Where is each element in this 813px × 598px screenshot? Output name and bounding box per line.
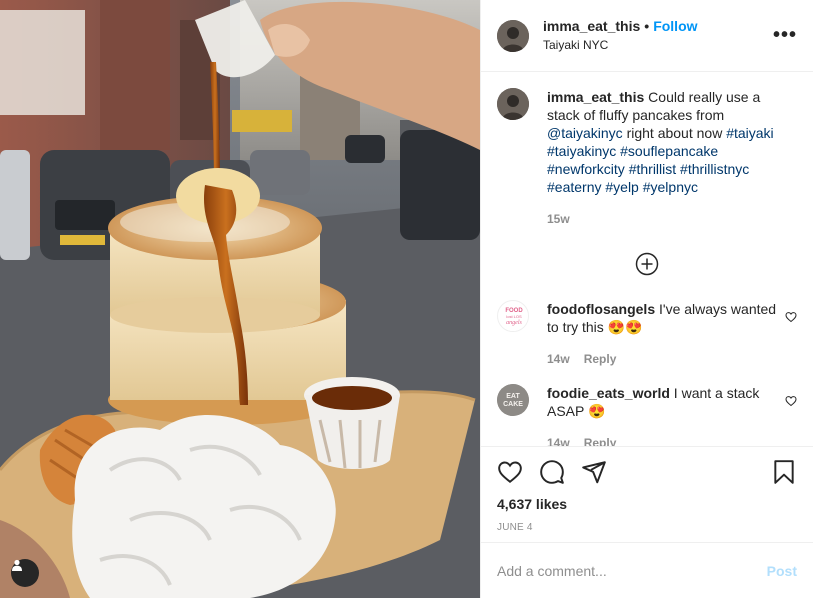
heart-icon bbox=[498, 461, 522, 483]
post-date[interactable]: JUNE 4 bbox=[497, 522, 797, 533]
comment-like-button[interactable] bbox=[785, 394, 797, 410]
caption-text: imma_eat_this Could really use a stack o… bbox=[547, 88, 779, 196]
caption-text-part: right about now bbox=[622, 125, 727, 141]
foodie-eats-world-avatar: EAT CAKE bbox=[497, 384, 529, 416]
svg-text:EAT: EAT bbox=[506, 393, 520, 400]
post-header: imma_eat_this • Follow Taiyaki NYC ••• bbox=[481, 0, 813, 72]
action-bar: 4,637 likes JUNE 4 bbox=[481, 446, 813, 542]
comments-list: imma_eat_this Could really use a stack o… bbox=[481, 72, 813, 446]
post-photo[interactable] bbox=[0, 0, 480, 598]
load-more-button[interactable] bbox=[497, 252, 797, 276]
svg-text:angels: angels bbox=[506, 320, 522, 326]
comment-time[interactable]: 14w bbox=[547, 436, 570, 446]
caption-mention[interactable]: @taiyakinyc bbox=[547, 125, 623, 141]
post-panel: imma_eat_this • Follow Taiyaki NYC ••• imm… bbox=[480, 0, 813, 598]
pancake-photo bbox=[0, 0, 480, 598]
avatar[interactable] bbox=[497, 19, 529, 52]
like-button[interactable] bbox=[497, 459, 523, 485]
comment-icon bbox=[540, 460, 564, 484]
share-icon bbox=[582, 461, 606, 484]
user-tag-icon bbox=[12, 559, 22, 571]
more-icon[interactable]: ••• bbox=[773, 24, 797, 47]
comment-time[interactable]: 14w bbox=[547, 352, 570, 366]
svg-text:lost LOS: lost LOS bbox=[506, 314, 522, 319]
caption-avatar[interactable] bbox=[497, 88, 529, 120]
comment-item: EAT CAKE foodie_eats_world I want a stac… bbox=[497, 384, 797, 446]
comment-button[interactable] bbox=[539, 459, 565, 485]
comment-username[interactable]: foodoflosangels bbox=[547, 301, 655, 317]
follow-button[interactable]: Follow bbox=[653, 18, 697, 34]
post-button[interactable]: Post bbox=[767, 563, 797, 579]
caption-username[interactable]: imma_eat_this bbox=[547, 89, 644, 105]
comment-heart-icon bbox=[785, 312, 797, 323]
comment-username[interactable]: foodie_eats_world bbox=[547, 385, 670, 401]
post-username[interactable]: imma_eat_this bbox=[543, 18, 640, 34]
comment-avatar[interactable]: FOOD lost LOS angels bbox=[497, 300, 529, 332]
svg-text:CAKE: CAKE bbox=[503, 401, 523, 408]
reply-button[interactable]: Reply bbox=[584, 352, 617, 366]
post-location[interactable]: Taiyaki NYC bbox=[543, 37, 773, 54]
comment-item: FOOD lost LOS angels foodoflosangels I'v… bbox=[497, 300, 797, 368]
separator-dot: • bbox=[644, 17, 650, 34]
comment-heart-icon bbox=[785, 396, 797, 407]
share-button[interactable] bbox=[581, 459, 607, 485]
caption-time[interactable]: 15w bbox=[547, 210, 779, 228]
comment-avatar[interactable]: EAT CAKE bbox=[497, 384, 529, 416]
caption: imma_eat_this Could really use a stack o… bbox=[497, 88, 797, 228]
likes-count[interactable]: 4,637 likes bbox=[497, 496, 797, 512]
user-tag-button[interactable] bbox=[11, 559, 39, 587]
comment-composer: Post bbox=[481, 542, 813, 598]
save-icon bbox=[774, 460, 794, 484]
load-more-icon bbox=[635, 252, 659, 276]
comment-like-button[interactable] bbox=[785, 310, 797, 326]
avatar-image bbox=[497, 19, 529, 52]
reply-button[interactable]: Reply bbox=[584, 436, 617, 446]
avatar-image bbox=[497, 88, 529, 120]
comment-input[interactable] bbox=[497, 562, 767, 579]
save-button[interactable] bbox=[771, 459, 797, 485]
foodoflosangels-avatar: FOOD lost LOS angels bbox=[499, 302, 528, 331]
